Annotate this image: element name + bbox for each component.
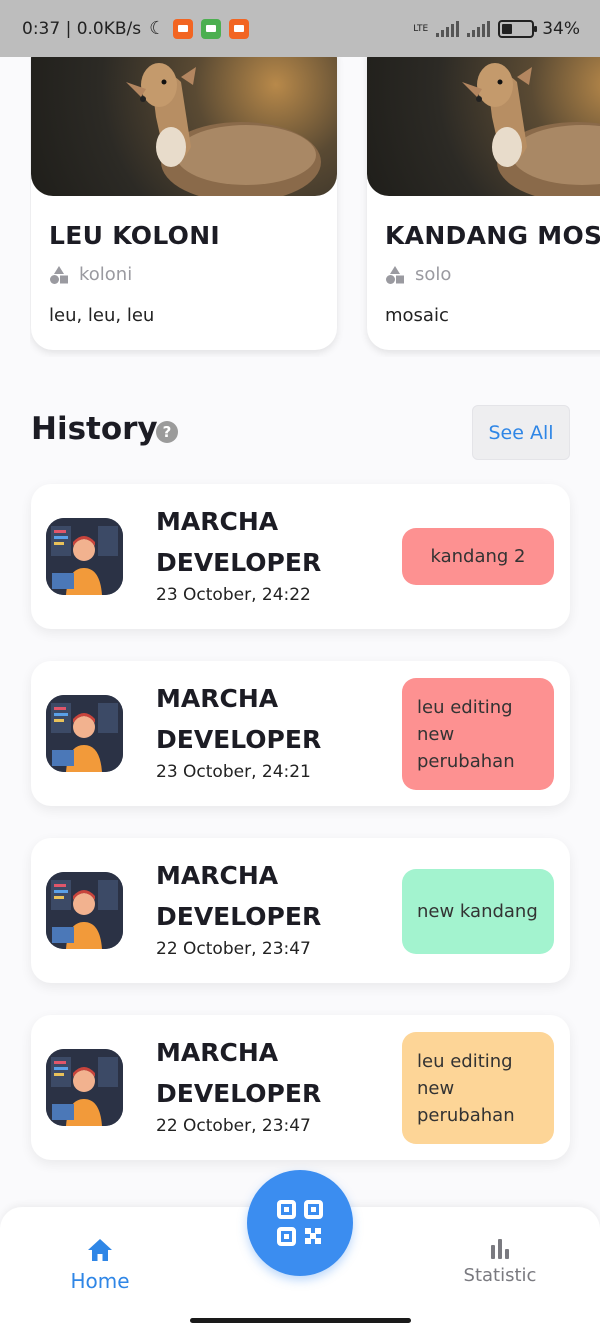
cage-card[interactable]: KANDANG MOSAIC solo mosaic (367, 57, 600, 350)
history-date: 23 October, 24:22 (156, 585, 311, 605)
cage-type-label: koloni (79, 264, 133, 285)
history-date: 22 October, 23:47 (156, 1116, 311, 1136)
battery-percent: 34% (542, 18, 580, 39)
cage-title: LEU KOLONI (49, 221, 221, 250)
scan-button[interactable] (247, 1170, 353, 1276)
cage-type: koloni (49, 264, 132, 285)
deer-photo (31, 57, 337, 196)
history-title: History (31, 411, 158, 447)
cage-card[interactable]: LEU KOLONI koloni leu, leu, leu (31, 57, 337, 350)
nav-home-label: Home (70, 1269, 130, 1293)
nav-home[interactable]: Home (58, 1237, 142, 1293)
developer-avatar (46, 872, 123, 949)
history-tag: new kandang (402, 869, 554, 954)
cage-title: KANDANG MOSAIC (385, 221, 600, 250)
history-tag: leu editing new perubahan (402, 1032, 554, 1144)
status-time: 0:37 | 0.0KB/s (22, 18, 142, 39)
history-tag: kandang 2 (402, 528, 554, 585)
signal-icon (467, 20, 491, 37)
developer-name: MARCHA DEVELOPER (156, 684, 322, 754)
video-app-icon (229, 18, 250, 39)
developer-name: MARCHA DEVELOPER (156, 507, 322, 577)
home-indicator (190, 1318, 411, 1323)
video-app-icon (173, 18, 194, 39)
history-item[interactable]: MARCHA DEVELOPER 23 October, 24:22 kanda… (31, 484, 570, 629)
help-icon[interactable]: ? (156, 421, 178, 443)
developer-avatar (46, 518, 123, 595)
nav-statistic-label: Statistic (463, 1265, 537, 1286)
home-icon (88, 1239, 112, 1261)
bar-chart-icon (491, 1239, 509, 1259)
history-item[interactable]: MARCHA DEVELOPER 22 October, 23:47 leu e… (31, 1015, 570, 1160)
signal-icon (436, 20, 460, 37)
history-date: 22 October, 23:47 (156, 939, 311, 959)
cage-carousel[interactable]: LEU KOLONI koloni leu, leu, leu KANDANG … (30, 57, 600, 357)
see-all-button[interactable]: See All (472, 405, 570, 460)
history-date: 23 October, 24:21 (156, 762, 311, 782)
developer-name: MARCHA DEVELOPER (156, 1038, 322, 1108)
nav-statistic[interactable]: Statistic (455, 1237, 545, 1286)
history-item[interactable]: MARCHA DEVELOPER 23 October, 24:21 leu e… (31, 661, 570, 806)
status-bar: 0:37 | 0.0KB/s ☾ LTE 34% (0, 0, 600, 57)
developer-avatar (46, 1049, 123, 1126)
cage-type: solo (385, 264, 451, 285)
moon-icon: ☾ (149, 18, 166, 39)
developer-avatar (46, 695, 123, 772)
deer-photo (367, 57, 600, 196)
shapes-icon (386, 265, 404, 284)
network-type: LTE (413, 23, 429, 34)
battery-icon (498, 19, 538, 38)
qr-scan-icon (277, 1200, 323, 1246)
developer-name: MARCHA DEVELOPER (156, 861, 322, 931)
history-tag: leu editing new perubahan (402, 678, 554, 790)
cage-type-label: solo (415, 264, 452, 285)
android-app-icon (201, 18, 222, 39)
shapes-icon (50, 265, 68, 284)
cage-description: mosaic (385, 305, 449, 326)
cage-description: leu, leu, leu (49, 305, 155, 326)
history-item[interactable]: MARCHA DEVELOPER 22 October, 23:47 new k… (31, 838, 570, 983)
